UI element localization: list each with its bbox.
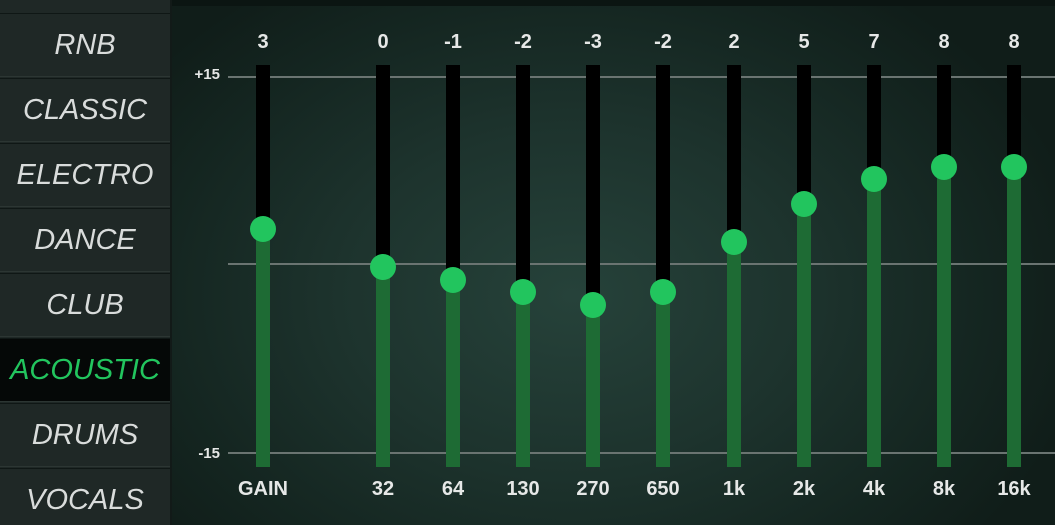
- slider-knob-2k[interactable]: [791, 191, 817, 218]
- slider-fill-32: [376, 267, 390, 467]
- band-label-1k: 1k: [722, 478, 746, 500]
- band-label-130: 130: [506, 478, 540, 500]
- band-label-650: 650: [646, 478, 680, 500]
- band-label-64: 64: [441, 478, 465, 500]
- slider-knob-8k[interactable]: [931, 153, 957, 180]
- gridline-min: [228, 452, 1055, 454]
- scale-max-label: +15: [194, 66, 220, 83]
- slider-fill-8k: [937, 166, 951, 467]
- slider-knob-650[interactable]: [650, 279, 676, 306]
- slider-fill-650: [656, 292, 670, 467]
- preset-classic[interactable]: CLASSIC: [0, 78, 170, 142]
- band-label-4k: 4k: [862, 478, 886, 500]
- slider-fill-270: [586, 304, 600, 467]
- gridline-zero: [228, 263, 1055, 265]
- band-value-650: -2: [654, 31, 672, 53]
- equalizer-screen: RNB CLASSIC ELECTRO DANCE CLUB ACOUSTIC DRUMS V…: [0, 0, 1055, 525]
- preset-vocals[interactable]: VOCALS: [0, 468, 170, 525]
- slider-knob-1k[interactable]: [721, 228, 747, 255]
- slider-fill-2k: [797, 204, 811, 467]
- band-label-270: 270: [576, 478, 610, 500]
- scale-min-label: -15: [198, 445, 220, 462]
- preset-list: RNB CLASSIC ELECTRO DANCE CLUB ACOUSTIC DRUMS V…: [0, 0, 172, 525]
- band-label-16k: 16k: [997, 478, 1031, 500]
- preset-rnb[interactable]: RNB: [0, 13, 170, 77]
- band-value-32: 0: [377, 31, 389, 53]
- gridline-max: [228, 76, 1055, 78]
- slider-knob-gain[interactable]: [250, 216, 276, 243]
- slider-fill-4k: [867, 179, 881, 467]
- slider-fill-gain: [256, 229, 270, 467]
- band-label-gain: GAIN: [238, 478, 288, 500]
- preset-drums[interactable]: DRUMS: [0, 403, 170, 467]
- band-value-16k: 8: [1008, 31, 1020, 53]
- eq-panel: +15 -15 3 GAIN 0 32 -1 64 -2 130 -3 270 -2 650 2 1k 5 2…: [172, 6, 1055, 525]
- slider-fill-64: [446, 279, 460, 467]
- slider-knob-32[interactable]: [370, 254, 396, 280]
- band-value-270: -3: [584, 31, 602, 53]
- preset-dance[interactable]: DANCE: [0, 208, 170, 272]
- band-value-130: -2: [514, 31, 532, 53]
- slider-fill-16k: [1007, 166, 1021, 467]
- band-label-32: 32: [371, 478, 395, 500]
- band-value-4k: 7: [868, 31, 880, 53]
- slider-knob-270[interactable]: [580, 291, 606, 318]
- band-value-1k: 2: [728, 31, 740, 53]
- band-value-gain: 3: [257, 31, 269, 53]
- preset-club[interactable]: CLUB: [0, 273, 170, 337]
- slider-knob-4k[interactable]: [861, 166, 887, 193]
- preset-acoustic[interactable]: ACOUSTIC: [0, 338, 170, 402]
- band-label-8k: 8k: [932, 478, 956, 500]
- slider-knob-130[interactable]: [510, 279, 536, 306]
- slider-knob-16k[interactable]: [1001, 153, 1027, 180]
- band-value-2k: 5: [798, 31, 810, 53]
- band-value-8k: 8: [938, 31, 950, 53]
- slider-fill-130: [516, 292, 530, 467]
- slider-fill-1k: [727, 241, 741, 467]
- band-value-64: -1: [444, 31, 462, 53]
- slider-knob-64[interactable]: [440, 266, 466, 293]
- preset-electro[interactable]: ELECTRO: [0, 143, 170, 207]
- band-label-2k: 2k: [792, 478, 816, 500]
